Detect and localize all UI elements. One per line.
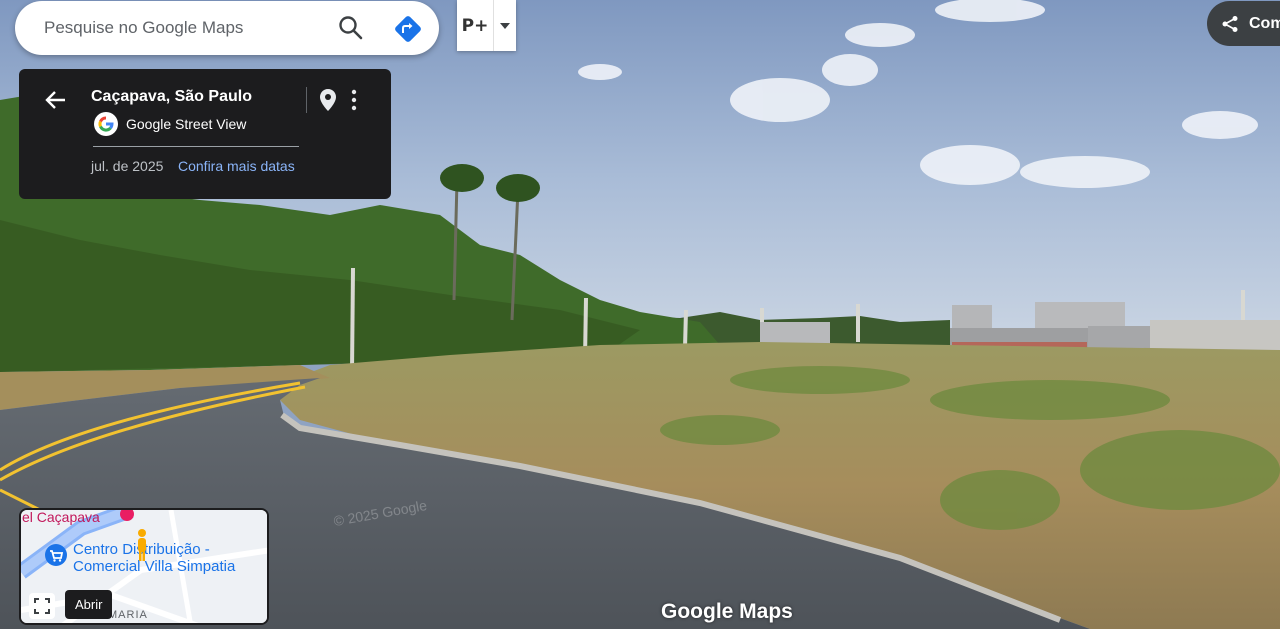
minimap[interactable]: el Caçapava Centro Distribuição - Comerc… <box>19 508 269 625</box>
more-options-icon[interactable] <box>345 87 363 113</box>
place-info-card: Caçapava, São Paulo Google Street View j… <box>19 69 391 199</box>
layer-toggle-button[interactable]: P+ <box>457 0 494 51</box>
share-button[interactable]: Com <box>1207 1 1280 46</box>
card-divider <box>93 146 299 147</box>
directions-icon[interactable] <box>393 14 423 44</box>
street-view-stage[interactable]: © 2025 Google P+ Com <box>0 0 1280 629</box>
source-row: Google Street View <box>94 112 246 136</box>
place-title: Caçapava, São Paulo <box>91 88 252 105</box>
map-pin-icon[interactable] <box>316 87 340 113</box>
share-icon <box>1222 15 1238 32</box>
google-logo-icon <box>94 112 118 136</box>
minimap-poi-label[interactable]: Centro Distribuição - Comercial Villa Si… <box>73 541 235 575</box>
open-tooltip: Abrir <box>65 590 113 619</box>
expand-map-button[interactable] <box>29 593 55 619</box>
store-icon <box>45 544 67 566</box>
google-maps-watermark: Google Maps <box>661 600 793 623</box>
more-dates-link[interactable]: Confira mais datas <box>178 158 295 174</box>
caret-down-icon <box>500 22 510 29</box>
source-label: Google Street View <box>126 116 247 132</box>
minimap-street-label: MARIA <box>108 609 148 621</box>
search-input[interactable] <box>42 12 326 44</box>
search-bar <box>15 1 439 55</box>
minimap-road-label: el Caçapava <box>22 509 100 525</box>
card-vertical-divider <box>306 87 307 113</box>
capture-date: jul. de 2025 <box>91 158 164 174</box>
pegman-icon <box>138 529 146 561</box>
poi-line-1: Centro Distribuição - <box>73 541 210 558</box>
fullscreen-icon <box>34 598 50 614</box>
search-icon[interactable] <box>337 14 365 42</box>
layer-dropdown-button[interactable] <box>494 0 516 51</box>
share-label: Com <box>1249 14 1280 32</box>
poi-line-2: Comercial Villa Simpatia <box>73 558 236 575</box>
layers-control: P+ <box>457 0 516 51</box>
back-arrow-icon[interactable] <box>43 87 69 113</box>
